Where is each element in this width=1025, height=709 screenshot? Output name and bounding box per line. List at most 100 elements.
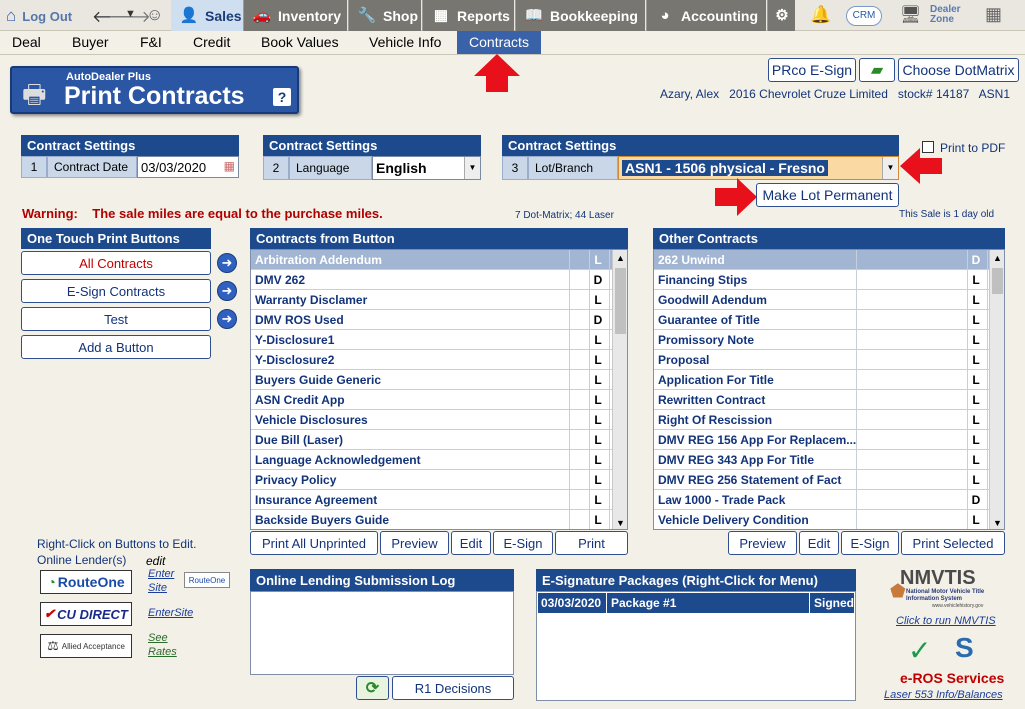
scrollbar[interactable]: ▲ ▼ xyxy=(612,250,627,529)
contract-date-field[interactable]: 03/03/2020 ▦ xyxy=(137,156,239,178)
table-row[interactable]: Goodwill Adendum L xyxy=(654,290,989,310)
print-selected-button[interactable]: Print Selected xyxy=(901,531,1005,555)
table-row[interactable]: Rewritten Contract L xyxy=(654,390,989,410)
table-row[interactable]: DMV ROS Used D xyxy=(251,310,612,330)
tab-inventory[interactable]: 🚗 Inventory xyxy=(243,0,347,31)
table-row[interactable]: DMV REG 256 Statement of Fact L xyxy=(654,470,989,490)
test-button[interactable]: Test xyxy=(21,307,211,331)
table-row[interactable]: Y-Disclosure2 L xyxy=(251,350,612,370)
table-row[interactable]: Y-Disclosure1 L xyxy=(251,330,612,350)
preview-button[interactable]: Preview xyxy=(728,531,797,555)
dealer-zone-icon[interactable]: 🖥 xyxy=(900,5,922,25)
table-row[interactable]: Right Of Rescission L xyxy=(654,410,989,430)
arrow-right-circle-icon[interactable]: ➜ xyxy=(217,253,237,273)
make-lot-permanent-button[interactable]: Make Lot Permanent xyxy=(756,183,899,207)
refresh-button[interactable]: ⟳ xyxy=(356,676,389,700)
routeone-site-link[interactable]: Site xyxy=(148,582,167,594)
esign-contracts-button[interactable]: E-Sign Contracts xyxy=(21,279,211,303)
table-row[interactable]: Vehicle Disclosures L xyxy=(251,410,612,430)
esign-button[interactable]: E-Sign xyxy=(841,531,899,555)
table-row[interactable]: Law 1000 - Trade Pack D xyxy=(654,490,989,510)
table-row[interactable]: Proposal L xyxy=(654,350,989,370)
subtab-credit[interactable]: Credit xyxy=(193,31,230,54)
scrollbar[interactable]: ▲ ▼ xyxy=(989,250,1004,529)
eros-balances-link[interactable]: Laser 553 Info/Balances xyxy=(884,689,1003,701)
user-face-icon[interactable]: ☺ xyxy=(146,5,163,25)
tab-bookkeeping[interactable]: 📖 Bookkeeping xyxy=(515,0,645,31)
table-row[interactable]: Promissory Note L xyxy=(654,330,989,350)
esign-package-row[interactable]: 03/03/2020 Package #1 Signed xyxy=(538,593,854,613)
subtab-book-values[interactable]: Book Values xyxy=(261,31,339,54)
subtab-contracts[interactable]: Contracts xyxy=(457,31,541,54)
table-row[interactable]: 262 Unwind D xyxy=(654,250,989,270)
settings-button[interactable]: ⚙ xyxy=(767,0,795,31)
subtab-vehicle-info[interactable]: Vehicle Info xyxy=(369,31,441,54)
bell-icon[interactable]: 🔔 xyxy=(810,5,831,25)
cudirect-logo[interactable]: ✔ CU DIRECT xyxy=(40,602,132,626)
calendar-icon[interactable]: ▦ xyxy=(224,159,235,173)
table-row[interactable]: Arbitration Addendum L xyxy=(251,250,612,270)
help-icon[interactable]: ? xyxy=(273,88,291,106)
table-row[interactable]: Vehicle Delivery Condition L xyxy=(654,510,989,529)
routeone-enter-link[interactable]: Enter xyxy=(148,568,174,580)
cudirect-entersite-link[interactable]: EnterSite xyxy=(148,607,193,619)
subtab-deal[interactable]: Deal xyxy=(12,31,41,54)
table-row[interactable]: Warranty Disclamer L xyxy=(251,290,612,310)
language-select[interactable]: English ▼ xyxy=(372,156,481,180)
dealer-zone-link[interactable]: Dealer Zone xyxy=(930,5,970,25)
scroll-up-icon[interactable]: ▲ xyxy=(613,250,627,266)
table-row[interactable]: Financing Stips L xyxy=(654,270,989,290)
all-contracts-button[interactable]: All Contracts xyxy=(21,251,211,275)
scroll-thumb[interactable] xyxy=(992,268,1003,294)
print-button[interactable]: Print xyxy=(555,531,628,555)
print-all-unprinted-button[interactable]: Print All Unprinted xyxy=(250,531,378,555)
allied-acceptance-logo[interactable]: ⚖ Allied Acceptance xyxy=(40,634,132,658)
table-row[interactable]: Backside Buyers Guide L xyxy=(251,510,612,529)
table-row[interactable]: Application For Title L xyxy=(654,370,989,390)
calculator-icon[interactable]: ▦ xyxy=(985,4,1002,25)
scroll-up-icon[interactable]: ▲ xyxy=(990,250,1004,266)
lender-edit-link[interactable]: edit xyxy=(146,554,165,568)
edit-button[interactable]: Edit xyxy=(799,531,839,555)
scroll-thumb[interactable] xyxy=(615,268,626,334)
routeone-logo[interactable]: ◔ RouteOne xyxy=(40,570,132,594)
tab-reports[interactable]: ▦ Reports xyxy=(422,0,514,31)
table-row[interactable]: DMV 262 D xyxy=(251,270,612,290)
run-nmvtis-link[interactable]: Click to run NMVTIS xyxy=(896,615,996,627)
prco-esign-button[interactable]: PRco E-Sign xyxy=(768,58,856,82)
arrow-right-circle-icon[interactable]: ➜ xyxy=(217,309,237,329)
chevron-down-icon[interactable]: ▼ xyxy=(125,8,136,20)
table-row[interactable]: ASN Credit App L xyxy=(251,390,612,410)
table-row[interactable]: Buyers Guide Generic L xyxy=(251,370,612,390)
crm-button[interactable]: CRM xyxy=(846,6,882,26)
subtab-fi[interactable]: F&I xyxy=(140,31,162,54)
nmvtis-logo[interactable]: NMVTIS ⬟ National Motor Vehicle Title In… xyxy=(890,567,1000,613)
subtab-buyer[interactable]: Buyer xyxy=(72,31,109,54)
table-row[interactable]: Insurance Agreement L xyxy=(251,490,612,510)
table-row[interactable]: Guarantee of Title L xyxy=(654,310,989,330)
contract-name: Buyers Guide Generic xyxy=(255,373,382,387)
table-row[interactable]: DMV REG 156 App For Replacem... L xyxy=(654,430,989,450)
add-a-button[interactable]: Add a Button xyxy=(21,335,211,359)
scroll-down-icon[interactable]: ▼ xyxy=(990,515,1004,529)
edit-button[interactable]: Edit xyxy=(451,531,491,555)
table-row[interactable]: Privacy Policy L xyxy=(251,470,612,490)
tab-shop[interactable]: 🔧 Shop xyxy=(348,0,421,31)
export-button[interactable]: ▰ xyxy=(859,58,895,82)
table-row[interactable]: Language Acknowledgement L xyxy=(251,450,612,470)
allied-see-link[interactable]: See xyxy=(148,632,168,644)
tab-sales[interactable]: 👤 Sales xyxy=(171,0,243,31)
logout-button[interactable]: ⌂ Log Out xyxy=(6,6,72,26)
contract-name: Y-Disclosure1 xyxy=(255,333,335,347)
tab-accounting[interactable]: ◕ Accounting xyxy=(646,0,766,31)
allied-rates-link[interactable]: Rates xyxy=(148,646,177,658)
esign-button[interactable]: E-Sign xyxy=(493,531,553,555)
r1-decisions-button[interactable]: R1 Decisions xyxy=(392,676,514,700)
table-row[interactable]: DMV REG 343 App For Title L xyxy=(654,450,989,470)
routeone-badge[interactable]: RouteOne xyxy=(184,572,230,588)
table-row[interactable]: Due Bill (Laser) L xyxy=(251,430,612,450)
scroll-down-icon[interactable]: ▼ xyxy=(613,515,627,529)
choose-dotmatrix-button[interactable]: Choose DotMatrix xyxy=(898,58,1019,82)
preview-button[interactable]: Preview xyxy=(380,531,449,555)
arrow-right-circle-icon[interactable]: ➜ xyxy=(217,281,237,301)
